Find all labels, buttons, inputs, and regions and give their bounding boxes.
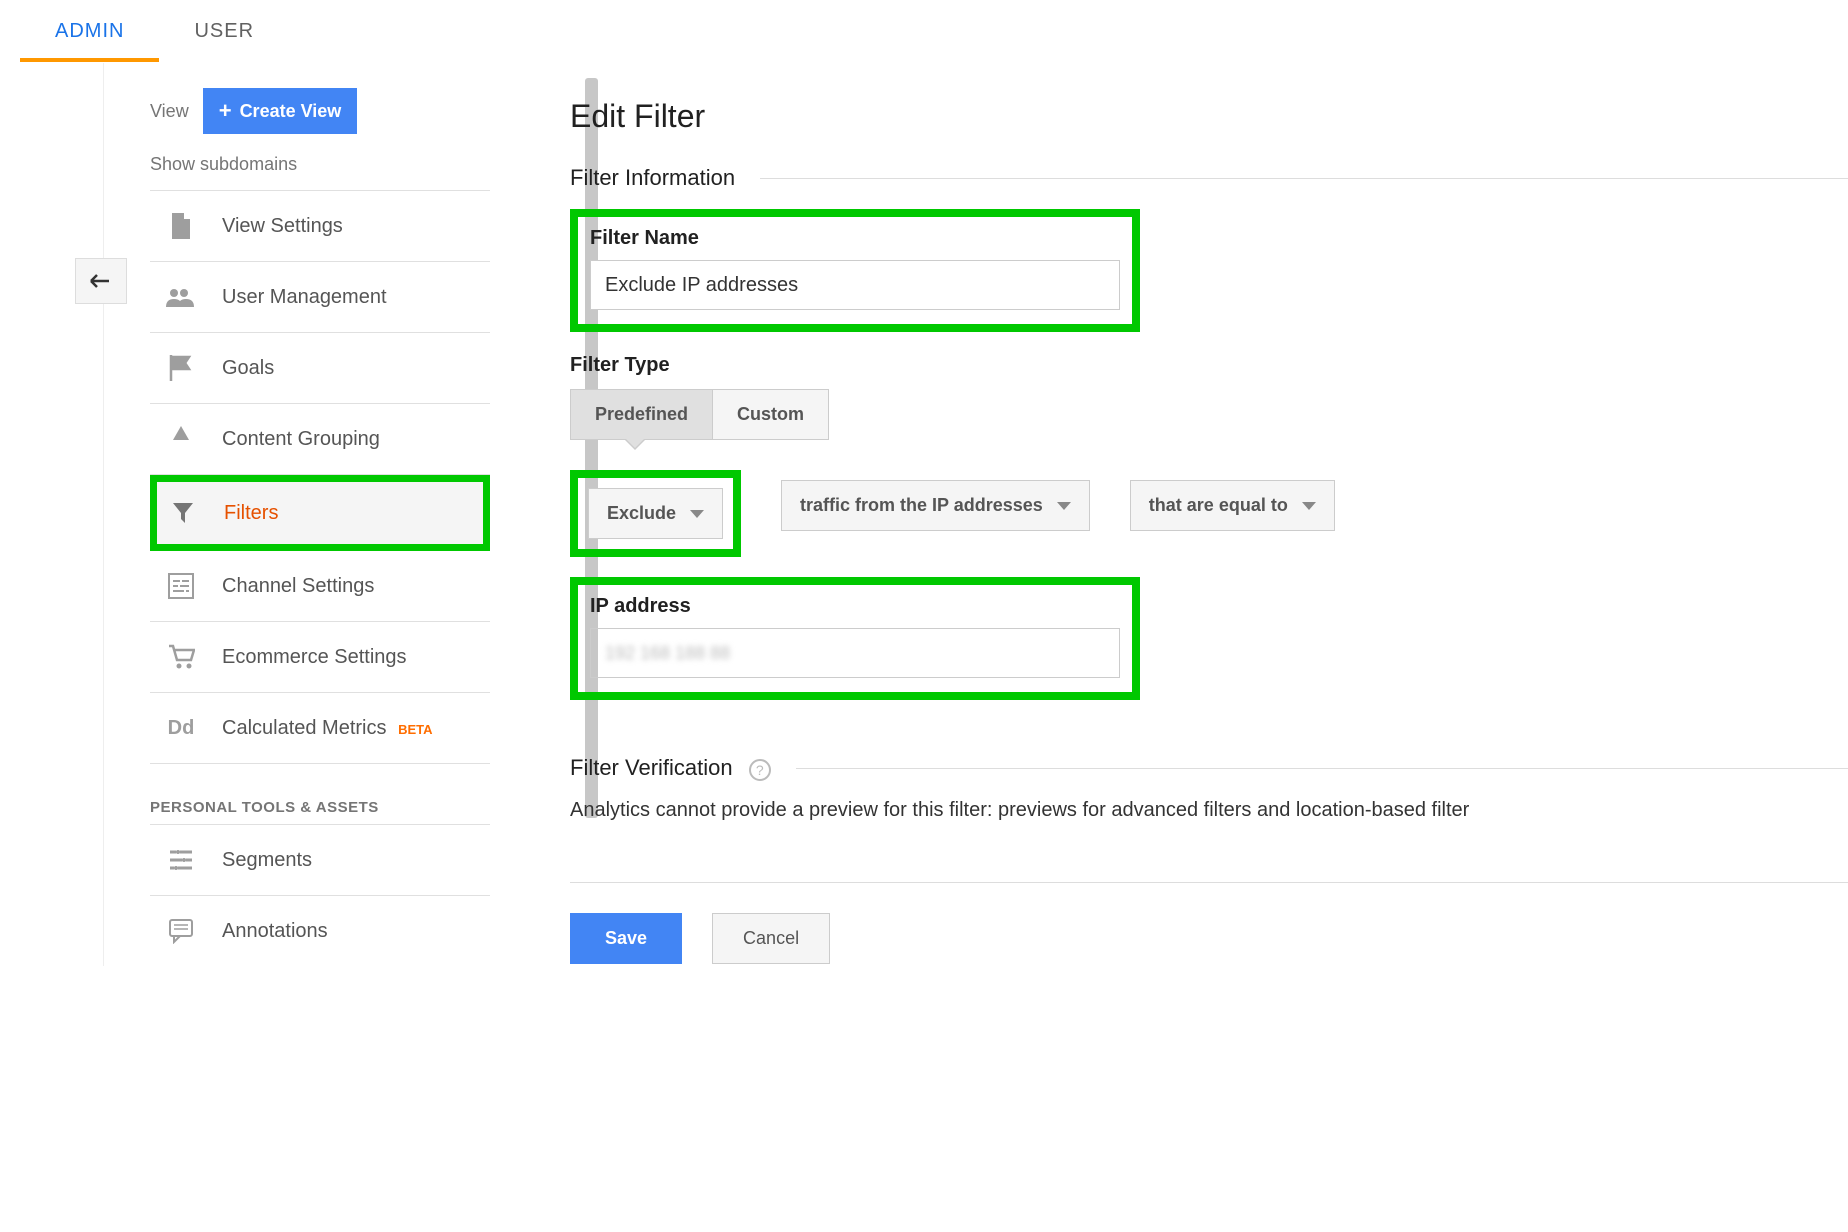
- sidebar-item-channel-settings[interactable]: Channel Settings: [150, 551, 490, 622]
- sidebar-item-label: Ecommerce Settings: [222, 646, 407, 669]
- chevron-down-icon: [1302, 502, 1316, 510]
- dropdown-label: traffic from the IP addresses: [800, 495, 1043, 516]
- top-tabs: ADMIN USER: [0, 0, 1848, 63]
- section-divider: [760, 178, 1848, 179]
- chevron-down-icon: [1057, 502, 1071, 510]
- filter-match-dropdown[interactable]: that are equal to: [1130, 480, 1335, 531]
- sidebar-item-ecommerce-settings[interactable]: Ecommerce Settings: [150, 622, 490, 693]
- flag-icon: [165, 355, 197, 381]
- sidebar-item-content-grouping[interactable]: Content Grouping: [150, 404, 490, 475]
- sidebar-item-label: Annotations: [222, 920, 328, 943]
- chevron-down-icon: [690, 510, 704, 518]
- sidebar-item-label: Segments: [222, 849, 312, 872]
- plus-icon: +: [219, 98, 232, 124]
- create-view-button[interactable]: + Create View: [203, 88, 358, 134]
- divider: [570, 882, 1848, 883]
- tab-pointer-icon: [625, 440, 645, 450]
- sidebar-item-label: Filters: [224, 502, 278, 525]
- ip-address-label: IP address: [590, 595, 1120, 618]
- create-view-label: Create View: [240, 101, 342, 122]
- file-icon: [165, 213, 197, 239]
- save-button[interactable]: Save: [570, 913, 682, 964]
- beta-badge: BETA: [398, 722, 432, 737]
- dropdown-label: Exclude: [607, 503, 676, 524]
- channel-icon: [165, 573, 197, 599]
- ip-address-highlight: IP address 192 168 188 88: [570, 577, 1140, 700]
- funnel-icon: [167, 500, 199, 526]
- filter-type-custom-tab[interactable]: Custom: [713, 389, 829, 440]
- filter-type-predefined-tab[interactable]: Predefined: [570, 389, 713, 440]
- nav-list: View Settings User Management Goals Cont…: [150, 190, 490, 764]
- vertical-divider: [103, 63, 104, 966]
- main-content: Edit Filter Filter Information Filter Na…: [490, 63, 1848, 966]
- back-arrow-icon: [89, 272, 113, 290]
- page-title: Edit Filter: [570, 98, 1848, 135]
- sidebar-item-label: Content Grouping: [222, 428, 380, 451]
- sidebar-item-label: View Settings: [222, 215, 343, 238]
- blurred-ip-value: 192 168 188 88: [605, 643, 730, 664]
- back-button[interactable]: [75, 258, 127, 304]
- ip-address-input[interactable]: 192 168 188 88: [590, 628, 1120, 678]
- filter-information-heading: Filter Information: [570, 165, 735, 191]
- sidebar-item-calculated-metrics[interactable]: Dd Calculated Metrics BETA: [150, 693, 490, 764]
- sidebar-item-annotations[interactable]: Annotations: [150, 896, 490, 966]
- filter-name-label: Filter Name: [590, 227, 1120, 250]
- sidebar-item-goals[interactable]: Goals: [150, 333, 490, 404]
- sidebar-item-filters[interactable]: Filters: [150, 475, 490, 551]
- grouping-icon: [165, 426, 197, 452]
- filter-source-dropdown[interactable]: traffic from the IP addresses: [781, 480, 1090, 531]
- speech-bubble-icon: [165, 918, 197, 944]
- sidebar: View + Create View Show subdomains View …: [150, 63, 490, 966]
- filter-name-highlight: Filter Name: [570, 209, 1140, 332]
- dd-icon: Dd: [165, 715, 197, 741]
- filter-type-label: Filter Type: [570, 354, 1848, 377]
- segments-icon: [165, 847, 197, 873]
- filter-verification-heading: Filter Verification ?: [570, 755, 771, 781]
- dropdown-label: that are equal to: [1149, 495, 1288, 516]
- sidebar-item-label: User Management: [222, 286, 387, 309]
- exclude-highlight: Exclude: [570, 470, 741, 557]
- info-icon[interactable]: ?: [749, 759, 771, 781]
- sidebar-item-segments[interactable]: Segments: [150, 825, 490, 896]
- filter-action-dropdown[interactable]: Exclude: [588, 488, 723, 539]
- cart-icon: [165, 644, 197, 670]
- show-subdomains-text: Show subdomains: [150, 146, 490, 190]
- tab-user[interactable]: USER: [159, 0, 289, 62]
- sidebar-item-label: Goals: [222, 357, 274, 380]
- verification-message: Analytics cannot provide a preview for t…: [570, 799, 1848, 822]
- sidebar-item-label: Calculated Metrics BETA: [222, 717, 433, 740]
- sidebar-item-view-settings[interactable]: View Settings: [150, 191, 490, 262]
- filter-name-input[interactable]: [590, 260, 1120, 310]
- tab-admin[interactable]: ADMIN: [20, 0, 159, 62]
- view-label: View: [150, 101, 189, 122]
- sidebar-item-label: Channel Settings: [222, 575, 374, 598]
- section-divider: [796, 768, 1848, 769]
- cancel-button[interactable]: Cancel: [712, 913, 830, 964]
- users-icon: [165, 284, 197, 310]
- personal-tools-heading: PERSONAL TOOLS & ASSETS: [150, 764, 490, 825]
- sidebar-item-user-management[interactable]: User Management: [150, 262, 490, 333]
